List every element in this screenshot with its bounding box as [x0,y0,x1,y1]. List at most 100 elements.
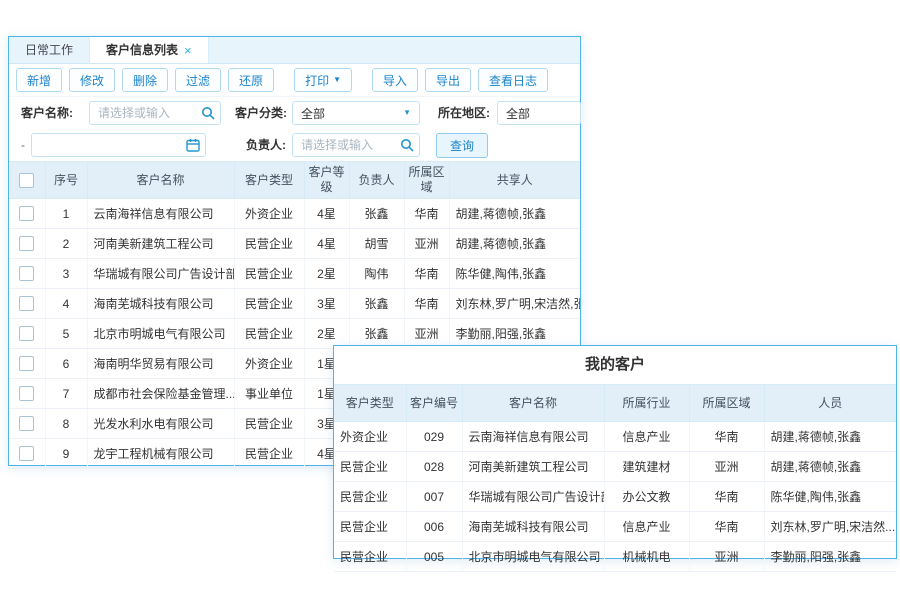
serial-cell: 2 [45,229,87,259]
row-checkbox[interactable] [19,446,34,461]
tab-daily-work[interactable]: 日常工作 [9,37,89,63]
filter-button[interactable]: 过滤 [175,68,221,92]
customer-name-link[interactable]: 海南芜城科技有限公司 [462,512,604,542]
row-checkbox[interactable] [19,206,34,221]
customer-name-link[interactable]: 光发水利水电有限公司 [87,409,234,439]
my-table-body: 外资企业029云南海祥信息有限公司信息产业华南胡建,蒋德帧,张鑫民营企业028河… [334,422,896,572]
header-row: 客户类型 客户编号 客户名称 所属行业 所属区域 人员 [334,385,896,422]
owner-link[interactable]: 胡雪 [349,229,404,259]
customer-type-cell: 民营企业 [234,409,304,439]
customer-name-link[interactable]: 海南明华贸易有限公司 [87,349,234,379]
customer-name-link[interactable]: 北京市明城电气有限公司 [87,319,234,349]
header-row: 序号 客户名称 客户类型 客户等级 负责人 所属区域 共享人 [9,162,580,199]
col-header-staff: 人员 [764,385,896,422]
search-icon[interactable] [201,106,215,120]
table-row: 民营企业006海南芜城科技有限公司信息产业华南刘东林,罗广明,宋洁然... [334,512,896,542]
search-icon[interactable] [400,138,414,152]
filter-row-2: - 负责人: 查询 [9,129,580,161]
calendar-icon[interactable] [186,138,200,152]
query-button[interactable]: 查询 [436,133,488,158]
owner-field [292,133,420,157]
region-cell: 亚洲 [689,542,764,572]
print-button[interactable]: 打印 ▼ [294,68,352,92]
customer-name-link[interactable]: 华瑞城有限公司广告设计部 [462,482,604,512]
date-input[interactable] [32,134,205,156]
customer-name-link[interactable]: 龙宇工程机械有限公司 [87,439,234,469]
table-row: 4海南芜城科技有限公司民营企业3星张鑫华南刘东林,罗广明,宋洁然,张鑫 [9,289,580,319]
customer-code-link[interactable]: 007 [406,482,462,512]
col-header-shared: 共享人 [449,162,580,199]
window-title: 我的客户 [334,346,896,384]
serial-cell: 8 [45,409,87,439]
customer-name-link[interactable]: 河南美新建筑工程公司 [462,452,604,482]
serial-cell: 7 [45,379,87,409]
date-range-dash: - [21,129,25,161]
row-checkbox[interactable] [19,266,34,281]
close-tab-icon[interactable]: × [184,44,192,57]
customer-name-link[interactable]: 成都市社会保险基金管理... [87,379,234,409]
delete-button[interactable]: 删除 [122,68,168,92]
customer-code-link[interactable]: 006 [406,512,462,542]
customer-name-link[interactable]: 河南美新建筑工程公司 [87,229,234,259]
customer-type-cell: 民营企业 [234,289,304,319]
customer-name-link[interactable]: 北京市明城电气有限公司 [462,542,604,572]
row-checkbox-cell [9,289,45,319]
customer-type-cell: 事业单位 [234,379,304,409]
table-row: 3华瑞城有限公司广告设计部民营企业2星陶伟华南陈华健,陶伟,张鑫 [9,259,580,289]
row-checkbox-cell [9,439,45,469]
row-checkbox[interactable] [19,416,34,431]
serial-cell: 4 [45,289,87,319]
owner-link[interactable]: 陶伟 [349,259,404,289]
customer-type-cell: 民营企业 [334,452,406,482]
customer-code-link[interactable]: 029 [406,422,462,452]
row-checkbox[interactable] [19,296,34,311]
category-select[interactable]: 全部 ▼ [292,101,420,125]
owner-link[interactable]: 张鑫 [349,319,404,349]
my-customers-window: 我的客户 客户类型 客户编号 客户名称 所属行业 所属区域 人员 外资企业029… [333,345,897,559]
col-header-region: 所属区域 [404,162,449,199]
customer-code-link[interactable]: 028 [406,452,462,482]
customer-name-link[interactable]: 海南芜城科技有限公司 [87,289,234,319]
table-row: 1云南海祥信息有限公司外资企业4星张鑫华南胡建,蒋德帧,张鑫 [9,199,580,229]
region-cell: 华南 [689,422,764,452]
region-select-value: 全部 [506,105,530,122]
customer-type-cell: 外资企业 [334,422,406,452]
row-checkbox[interactable] [19,386,34,401]
industry-cell: 机械机电 [604,542,689,572]
export-button[interactable]: 导出 [425,68,471,92]
tab-bar: 日常工作 客户信息列表 × [9,37,580,64]
customer-name-link[interactable]: 华瑞城有限公司广告设计部 [87,259,234,289]
staff-cell: 胡建,蒋德帧,张鑫 [764,422,896,452]
row-checkbox[interactable] [19,326,34,341]
edit-button[interactable]: 修改 [69,68,115,92]
staff-cell: 陈华健,陶伟,张鑫 [764,482,896,512]
customer-name-field [89,101,221,125]
import-button[interactable]: 导入 [372,68,418,92]
customer-type-cell: 民营企业 [334,482,406,512]
serial-cell: 9 [45,439,87,469]
owner-link[interactable]: 张鑫 [349,199,404,229]
customer-name-link[interactable]: 云南海祥信息有限公司 [87,199,234,229]
add-button[interactable]: 新增 [16,68,62,92]
tab-customer-list[interactable]: 客户信息列表 × [89,37,209,63]
region-cell: 华南 [689,512,764,542]
table-row: 民营企业007华瑞城有限公司广告设计部办公文教华南陈华健,陶伟,张鑫 [334,482,896,512]
industry-cell: 信息产业 [604,422,689,452]
select-all-checkbox[interactable] [19,173,34,188]
customer-name-link[interactable]: 云南海祥信息有限公司 [462,422,604,452]
row-checkbox[interactable] [19,356,34,371]
customer-type-cell: 民营企业 [234,439,304,469]
region-select[interactable]: 全部 [497,101,581,125]
row-checkbox-cell [9,379,45,409]
owner-link[interactable]: 张鑫 [349,289,404,319]
restore-button[interactable]: 还原 [228,68,274,92]
col-header-industry: 所属行业 [604,385,689,422]
view-log-button[interactable]: 查看日志 [478,68,548,92]
staff-cell: 胡建,蒋德帧,张鑫 [764,452,896,482]
row-checkbox[interactable] [19,236,34,251]
serial-cell: 5 [45,319,87,349]
tab-label: 客户信息列表 [106,37,178,63]
customer-type-cell: 民营企业 [334,512,406,542]
col-header-name: 客户名称 [462,385,604,422]
customer-code-link[interactable]: 005 [406,542,462,572]
